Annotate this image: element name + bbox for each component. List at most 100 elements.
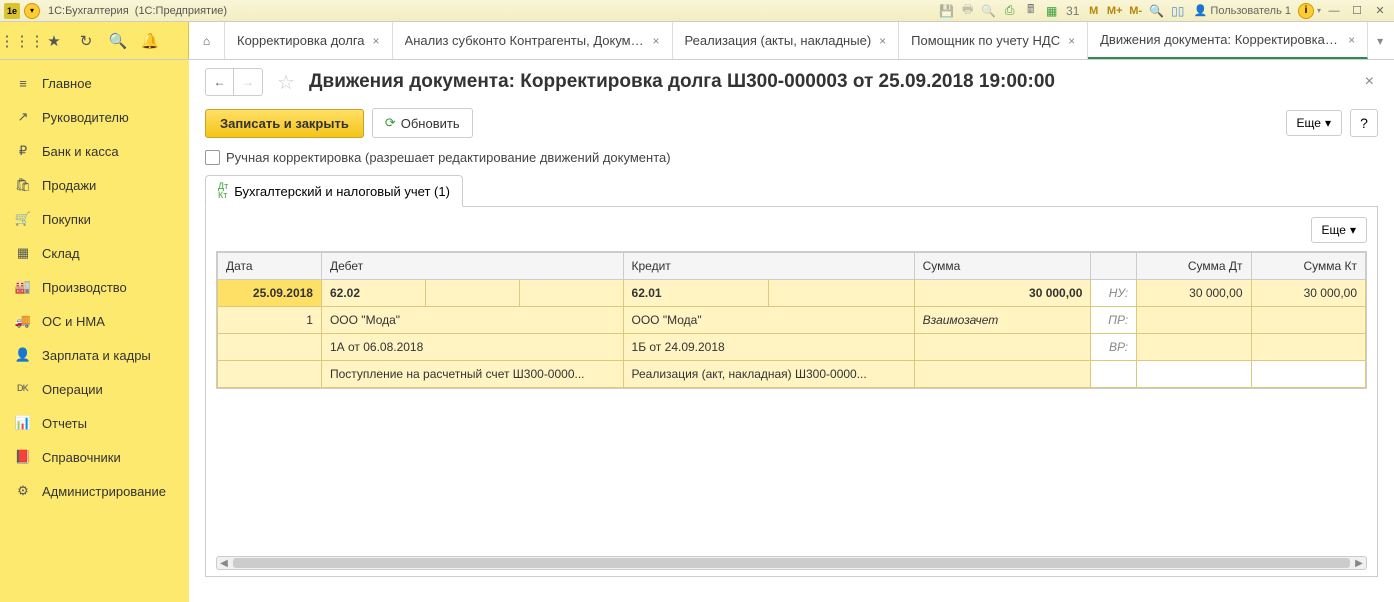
m-plus-icon[interactable]: M+ [1106,2,1124,20]
home-tab[interactable]: ⌂ [189,22,225,59]
search-icon[interactable]: 🔍 [102,25,134,57]
manual-edit-row: Ручная корректировка (разрешает редактир… [205,150,1378,165]
header-row: ← → ☆ Движения документа: Корректировка … [205,68,1378,96]
scroll-thumb[interactable] [233,558,1350,568]
sidebar-item-manager[interactable]: ↗Руководителю [0,100,189,134]
table-more-button[interactable]: Еще▾ [1311,217,1367,243]
sidebar-item-hr[interactable]: 👤Зарплата и кадры [0,338,189,372]
col-debit[interactable]: Дебет [321,253,623,280]
calendar-icon[interactable]: ▦ [1043,2,1061,20]
refresh-button[interactable]: ⟳Обновить [372,108,473,138]
help-button[interactable]: ? [1350,109,1378,137]
chevron-down-icon: ▾ [1350,223,1356,237]
scroll-left-icon[interactable]: ◀ [217,558,231,569]
col-credit[interactable]: Кредит [623,253,914,280]
menu-icon: ≡ [14,74,32,92]
bell-icon[interactable]: 🔔 [134,25,166,57]
sidebar-item-admin[interactable]: ⚙Администрирование [0,474,189,508]
scroll-right-icon[interactable]: ▶ [1352,558,1366,569]
sidebar-item-assets[interactable]: 🚚ОС и НМА [0,304,189,338]
col-sumdt[interactable]: Сумма Дт [1137,253,1251,280]
close-icon[interactable]: × [373,34,380,48]
postings-table: Дата Дебет Кредит Сумма Сумма Дт Сумма К… [217,252,1366,388]
m-icon[interactable]: M [1085,2,1103,20]
save-close-button[interactable]: Записать и закрыть [205,109,364,138]
more-button[interactable]: Еще▾ [1286,110,1342,136]
sidebar-item-refs[interactable]: 📕Справочники [0,440,189,474]
close-icon[interactable]: × [1068,34,1075,48]
cart-icon: 🛒 [14,210,32,228]
dk-small-icon: ДтКт [218,182,228,200]
save-icon[interactable]: 💾 [938,2,956,20]
close-page-button[interactable]: × [1361,69,1378,95]
table-header-row: Дата Дебет Кредит Сумма Сумма Дт Сумма К… [218,253,1366,280]
col-date[interactable]: Дата [218,253,322,280]
tab-analysis[interactable]: Анализ субконто Контрагенты, Докумен...× [393,22,673,59]
cell-debit-acc: 62.02 [321,280,425,307]
tab-vat[interactable]: Помощник по учету НДС× [899,22,1088,59]
tool-icons: ⋮⋮⋮ ★ ↻ 🔍 🔔 [0,22,189,59]
subtab-row: ДтКт Бухгалтерский и налоговый учет (1) [205,175,1378,207]
refresh-icon: ⟳ [385,115,396,131]
close-icon[interactable]: × [653,34,660,48]
sidebar-item-main[interactable]: ≡Главное [0,66,189,100]
cell-debit-ref: Поступление на расчетный счет Ш300-0000.… [321,361,623,388]
apps-icon[interactable]: ⋮⋮⋮ [6,25,38,57]
sidebar-item-bank[interactable]: ₽Банк и касса [0,134,189,168]
factory-icon: 🏭 [14,278,32,296]
maximize-button[interactable]: ☐ [1347,3,1367,19]
sidebar-item-production[interactable]: 🏭Производство [0,270,189,304]
col-empty [1091,253,1137,280]
star-icon[interactable]: ★ [38,25,70,57]
manual-edit-label: Ручная корректировка (разрешает редактир… [226,150,671,165]
col-sum[interactable]: Сумма [914,253,1091,280]
close-icon[interactable]: × [1348,33,1355,47]
tab-movements[interactable]: Движения документа: Корректировка до...× [1088,22,1368,59]
info-icon[interactable]: i [1298,3,1314,19]
cell-sumdt: 30 000,00 [1137,280,1251,307]
table-row[interactable]: Поступление на расчетный счет Ш300-0000.… [218,361,1366,388]
compare-icon[interactable]: ⎙ [1001,2,1019,20]
cell-vr: ВР: [1091,334,1137,361]
sidebar-item-purchases[interactable]: 🛒Покупки [0,202,189,236]
subtab-accounting[interactable]: ДтКт Бухгалтерский и налоговый учет (1) [205,175,463,207]
history-icon[interactable]: ↻ [70,25,102,57]
back-button[interactable]: ← [206,69,234,95]
app-dropdown-icon[interactable]: ▾ [24,3,40,19]
main: ≡Главное ↗Руководителю ₽Банк и касса 🛍Пр… [0,60,1394,602]
manual-edit-checkbox[interactable] [205,150,220,165]
truck-icon: 🚚 [14,312,32,330]
sidebar-item-sales[interactable]: 🛍Продажи [0,168,189,202]
minimize-button[interactable]: — [1324,3,1344,19]
dk-icon: ᴰᴷ [14,380,32,398]
page-title: Движения документа: Корректировка долга … [309,71,1055,93]
titlebar-left: 1e ▾ 1С:Бухгалтерия (1С:Предприятие) [4,3,227,19]
calc-icon[interactable]: 🖩 [1022,2,1040,20]
close-icon[interactable]: × [879,34,886,48]
print-icon[interactable]: 🖶 [959,2,977,20]
cell-num: 1 [218,307,322,334]
tab-sales[interactable]: Реализация (акты, накладные)× [673,22,900,59]
cell-nu: НУ: [1091,280,1137,307]
close-window-button[interactable]: ✕ [1370,3,1390,19]
panels-icon[interactable]: ▯▯ [1169,2,1187,20]
tabs-dropdown-icon[interactable]: ▾ [1368,22,1392,59]
tab-debt[interactable]: Корректировка долга× [225,22,393,59]
horizontal-scrollbar[interactable]: ◀ ▶ [216,556,1367,570]
col-sumkt[interactable]: Сумма Кт [1251,253,1365,280]
toolbar-row: ⋮⋮⋮ ★ ↻ 🔍 🔔 ⌂ Корректировка долга× Анали… [0,22,1394,60]
preview-icon[interactable]: 🔍 [980,2,998,20]
content: ← → ☆ Движения документа: Корректировка … [189,60,1394,602]
table-row[interactable]: 1 ООО "Мода" ООО "Мода" Взаимозачет ПР: [218,307,1366,334]
date-icon[interactable]: 31 [1064,2,1082,20]
user-menu[interactable]: 👤 Пользователь 1 [1190,4,1295,17]
table-row[interactable]: 25.09.2018 62.02 62.01 30 000,00 НУ: 30 … [218,280,1366,307]
sidebar-item-operations[interactable]: ᴰᴷОперации [0,372,189,406]
sidebar-item-reports[interactable]: 📊Отчеты [0,406,189,440]
table-row[interactable]: 1А от 06.08.2018 1Б от 24.09.2018 ВР: [218,334,1366,361]
sidebar-item-warehouse[interactable]: ▦Склад [0,236,189,270]
m-minus-icon[interactable]: M- [1127,2,1145,20]
zoom-icon[interactable]: 🔍 [1148,2,1166,20]
favorite-button[interactable]: ☆ [273,69,299,95]
cell-pr: ПР: [1091,307,1137,334]
